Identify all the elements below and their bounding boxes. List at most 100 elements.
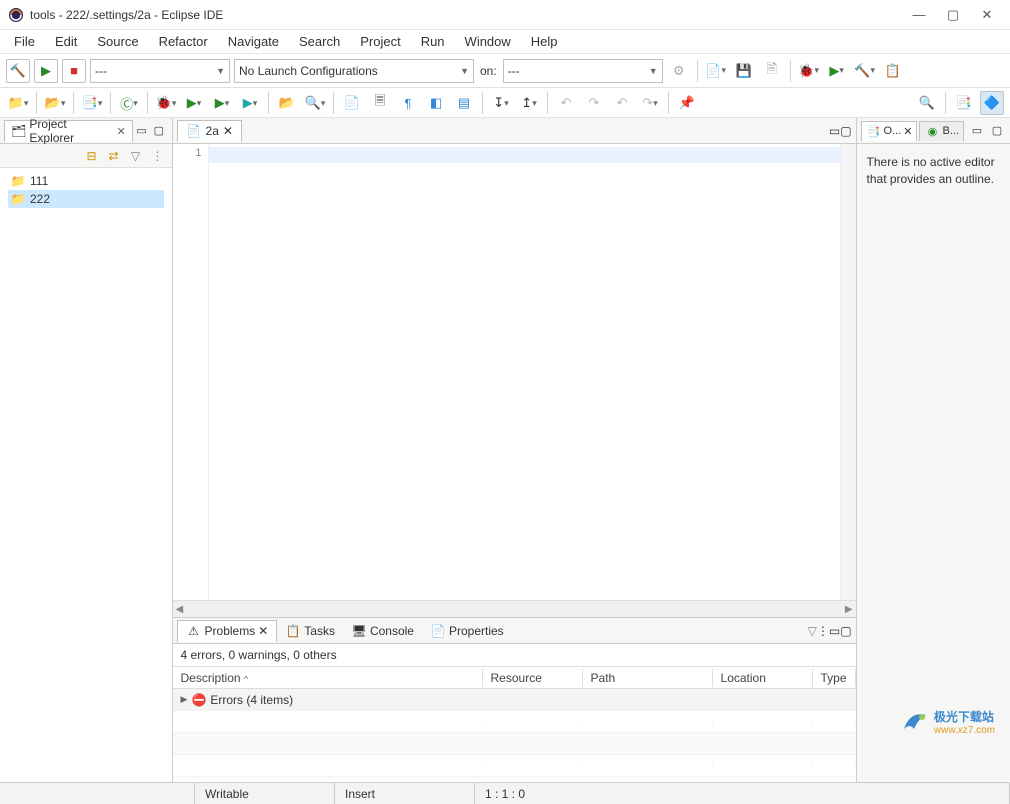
target-combo[interactable]: ---▼: [503, 59, 663, 83]
search-icon[interactable]: 🔍▾: [303, 91, 327, 115]
last-edit-icon[interactable]: ↶: [610, 91, 634, 115]
back-icon[interactable]: ↶: [554, 91, 578, 115]
menu-refactor[interactable]: Refactor: [151, 32, 216, 51]
minimize-button[interactable]: —: [912, 8, 926, 22]
filter-icon[interactable]: ▽: [808, 624, 817, 638]
show-whitespace-icon[interactable]: ¶: [396, 91, 420, 115]
col-location[interactable]: Location: [713, 669, 813, 687]
status-position: 1 : 1 : 0: [475, 783, 1010, 804]
project-item-111[interactable]: 📁 111: [8, 172, 164, 190]
save-all-icon[interactable]: 🗎: [760, 59, 784, 83]
build-targets-icon: ◉: [924, 123, 940, 139]
play-icon[interactable]: ▶▾: [182, 91, 206, 115]
tab-tasks[interactable]: 📋 Tasks: [277, 620, 343, 642]
new-class-icon[interactable]: Ⓒ▾: [117, 91, 141, 115]
minimize-view-icon[interactable]: ▭: [133, 122, 150, 140]
col-description[interactable]: Description ^: [173, 669, 483, 687]
menu-project[interactable]: Project: [352, 32, 408, 51]
build-targets-tab[interactable]: ◉ B...: [919, 121, 964, 141]
editor-text[interactable]: [209, 144, 840, 600]
toggle-block-icon[interactable]: 🗏: [368, 91, 392, 115]
open-perspective-icon[interactable]: 📑: [952, 91, 976, 115]
errors-group-row[interactable]: ▶ ⛔ Errors (4 items): [173, 689, 856, 711]
col-path[interactable]: Path: [583, 669, 713, 687]
menu-window[interactable]: Window: [457, 32, 519, 51]
menu-search[interactable]: Search: [291, 32, 348, 51]
prev-annotation-icon[interactable]: ↥▾: [517, 91, 541, 115]
maximize-button[interactable]: ▢: [946, 8, 960, 22]
launch-combo[interactable]: ---▼: [90, 59, 230, 83]
run-icon[interactable]: ▶: [34, 59, 58, 83]
quick-access-icon[interactable]: 🔍: [915, 91, 939, 115]
separator: [268, 92, 269, 114]
status-writable: Writable: [195, 783, 335, 804]
close-icon[interactable]: ✕: [116, 125, 125, 138]
gear-icon[interactable]: ⚙: [667, 59, 691, 83]
toolbar-icon-2[interactable]: ▤: [452, 91, 476, 115]
col-resource[interactable]: Resource: [483, 669, 583, 687]
minimize-view-icon[interactable]: ▭: [968, 122, 986, 140]
maximize-view-icon[interactable]: ▢: [988, 122, 1006, 140]
debug-dropdown-icon[interactable]: 🐞▾: [797, 59, 821, 83]
separator: [945, 92, 946, 114]
stop-icon[interactable]: ■: [62, 59, 86, 83]
toolbar-icon[interactable]: ◧: [424, 91, 448, 115]
minimize-view-icon[interactable]: ▭: [829, 624, 840, 638]
new-source-icon[interactable]: 📑▾: [80, 91, 104, 115]
run-dropdown-icon[interactable]: ▶▾: [825, 59, 849, 83]
menu-run[interactable]: Run: [413, 32, 453, 51]
maximize-editor-icon[interactable]: ▢: [840, 124, 851, 138]
outline-tab[interactable]: 📑 O... ✕: [861, 121, 918, 141]
filter-icon[interactable]: ▽: [128, 148, 144, 164]
table-row: [173, 711, 856, 733]
coverage-icon[interactable]: ▶▾: [238, 91, 262, 115]
tab-console[interactable]: 🖥 Console: [343, 620, 422, 642]
tab-problems[interactable]: ⚠ Problems ✕: [177, 620, 278, 642]
collapse-all-icon[interactable]: ⊟: [84, 148, 100, 164]
col-type[interactable]: Type: [813, 669, 856, 687]
profiling-icon[interactable]: ▶▾: [210, 91, 234, 115]
editor-tab-2a[interactable]: 📄 2a ✕: [177, 120, 242, 142]
config-combo[interactable]: No Launch Configurations▼: [234, 59, 474, 83]
new-dropdown-icon[interactable]: 📄▾: [704, 59, 728, 83]
menu-file[interactable]: File: [6, 32, 43, 51]
debug-icon[interactable]: 🐞▾: [154, 91, 178, 115]
current-line-highlight: [209, 147, 840, 163]
open-type-icon[interactable]: 📂: [275, 91, 299, 115]
menu-help[interactable]: Help: [523, 32, 566, 51]
expand-icon[interactable]: ▶: [181, 694, 188, 705]
link-editor-icon[interactable]: ⇄: [106, 148, 122, 164]
tab-properties[interactable]: 📄 Properties: [422, 620, 512, 642]
next-annotation-icon[interactable]: ↧▾: [489, 91, 513, 115]
close-icon[interactable]: ✕: [223, 124, 233, 138]
separator: [110, 92, 111, 114]
horizontal-scrollbar[interactable]: ◀▶: [173, 600, 856, 617]
save-icon[interactable]: 💾: [732, 59, 756, 83]
forward-icon[interactable]: ↷: [582, 91, 606, 115]
toggle-mark-icon[interactable]: 📄: [340, 91, 364, 115]
close-icon[interactable]: ✕: [903, 125, 912, 138]
build-icon[interactable]: 🔨: [6, 59, 30, 83]
project-item-222[interactable]: 📁 222: [8, 190, 164, 208]
menu-source[interactable]: Source: [89, 32, 146, 51]
cpp-perspective-icon[interactable]: 🔷: [980, 91, 1004, 115]
new-project-icon[interactable]: 📁▾: [6, 91, 30, 115]
close-icon[interactable]: ✕: [258, 624, 268, 638]
build-dropdown-icon[interactable]: 🔨▾: [853, 59, 877, 83]
editor-body[interactable]: 1: [173, 144, 856, 600]
menu-navigate[interactable]: Navigate: [220, 32, 287, 51]
new-folder-icon[interactable]: 📂▾: [43, 91, 67, 115]
target-icon[interactable]: 📋: [881, 59, 905, 83]
outline-panel: 📑 O... ✕ ◉ B... ▭ ▢ There is no active e…: [856, 118, 1010, 782]
close-button[interactable]: ✕: [980, 8, 994, 22]
view-menu-icon[interactable]: ⋮: [817, 624, 829, 638]
view-menu-icon[interactable]: ⋮: [150, 148, 166, 164]
pin-icon[interactable]: 📌: [675, 91, 699, 115]
maximize-view-icon[interactable]: ▢: [840, 624, 851, 638]
maximize-view-icon[interactable]: ▢: [150, 122, 167, 140]
history-icon[interactable]: ↷▾: [638, 91, 662, 115]
separator: [790, 60, 791, 82]
minimize-editor-icon[interactable]: ▭: [829, 124, 840, 138]
menu-edit[interactable]: Edit: [47, 32, 85, 51]
project-explorer-tab[interactable]: 🗂 Project Explorer ✕: [4, 120, 133, 142]
